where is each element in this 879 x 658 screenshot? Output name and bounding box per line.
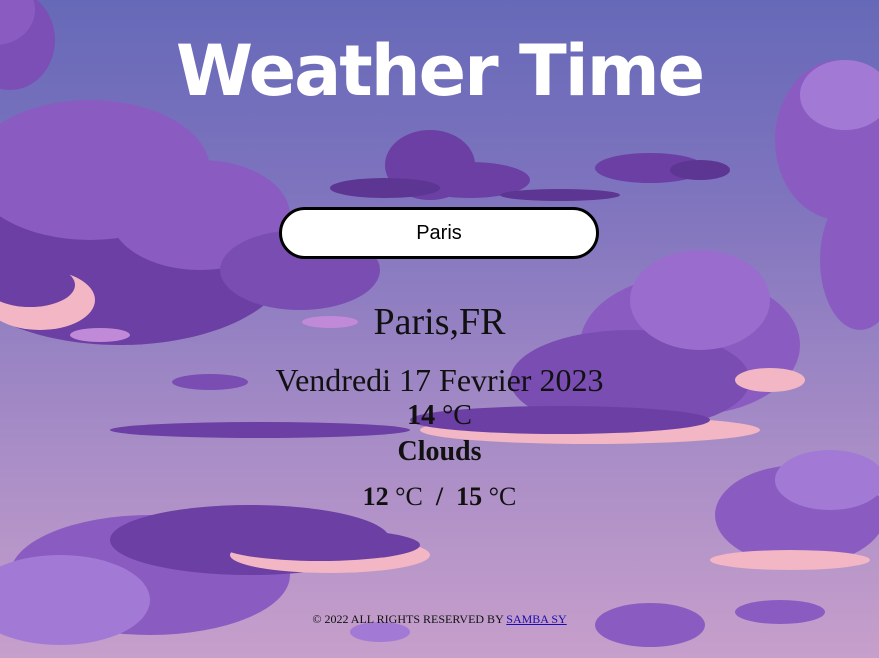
min-temperature-value: 12 xyxy=(362,482,389,511)
app-title: Weather Time xyxy=(175,30,705,112)
temperature-range: 12 °C / 15 °C xyxy=(0,482,879,512)
min-temperature-unit: °C xyxy=(395,482,423,511)
weather-description: Clouds xyxy=(397,436,482,467)
temperature-value: 14 xyxy=(407,400,436,431)
city-search-input[interactable] xyxy=(279,207,599,259)
current-temperature: 14 °C xyxy=(0,400,879,432)
max-temperature-unit: °C xyxy=(488,482,517,511)
author-link[interactable]: SAMBA SY xyxy=(506,612,566,626)
current-date: Vendredi 17 Fevrier 2023 xyxy=(275,362,604,398)
copyright-text: © 2022 ALL RIGHTS RESERVED BY xyxy=(312,612,504,626)
max-temperature-value: 15 xyxy=(456,482,483,511)
temperature-unit: °C xyxy=(442,400,472,431)
location-name: Paris,FR xyxy=(373,301,506,343)
range-separator: / xyxy=(435,482,444,511)
footer: © 2022 ALL RIGHTS RESERVED BY SAMBA SY xyxy=(0,612,879,627)
